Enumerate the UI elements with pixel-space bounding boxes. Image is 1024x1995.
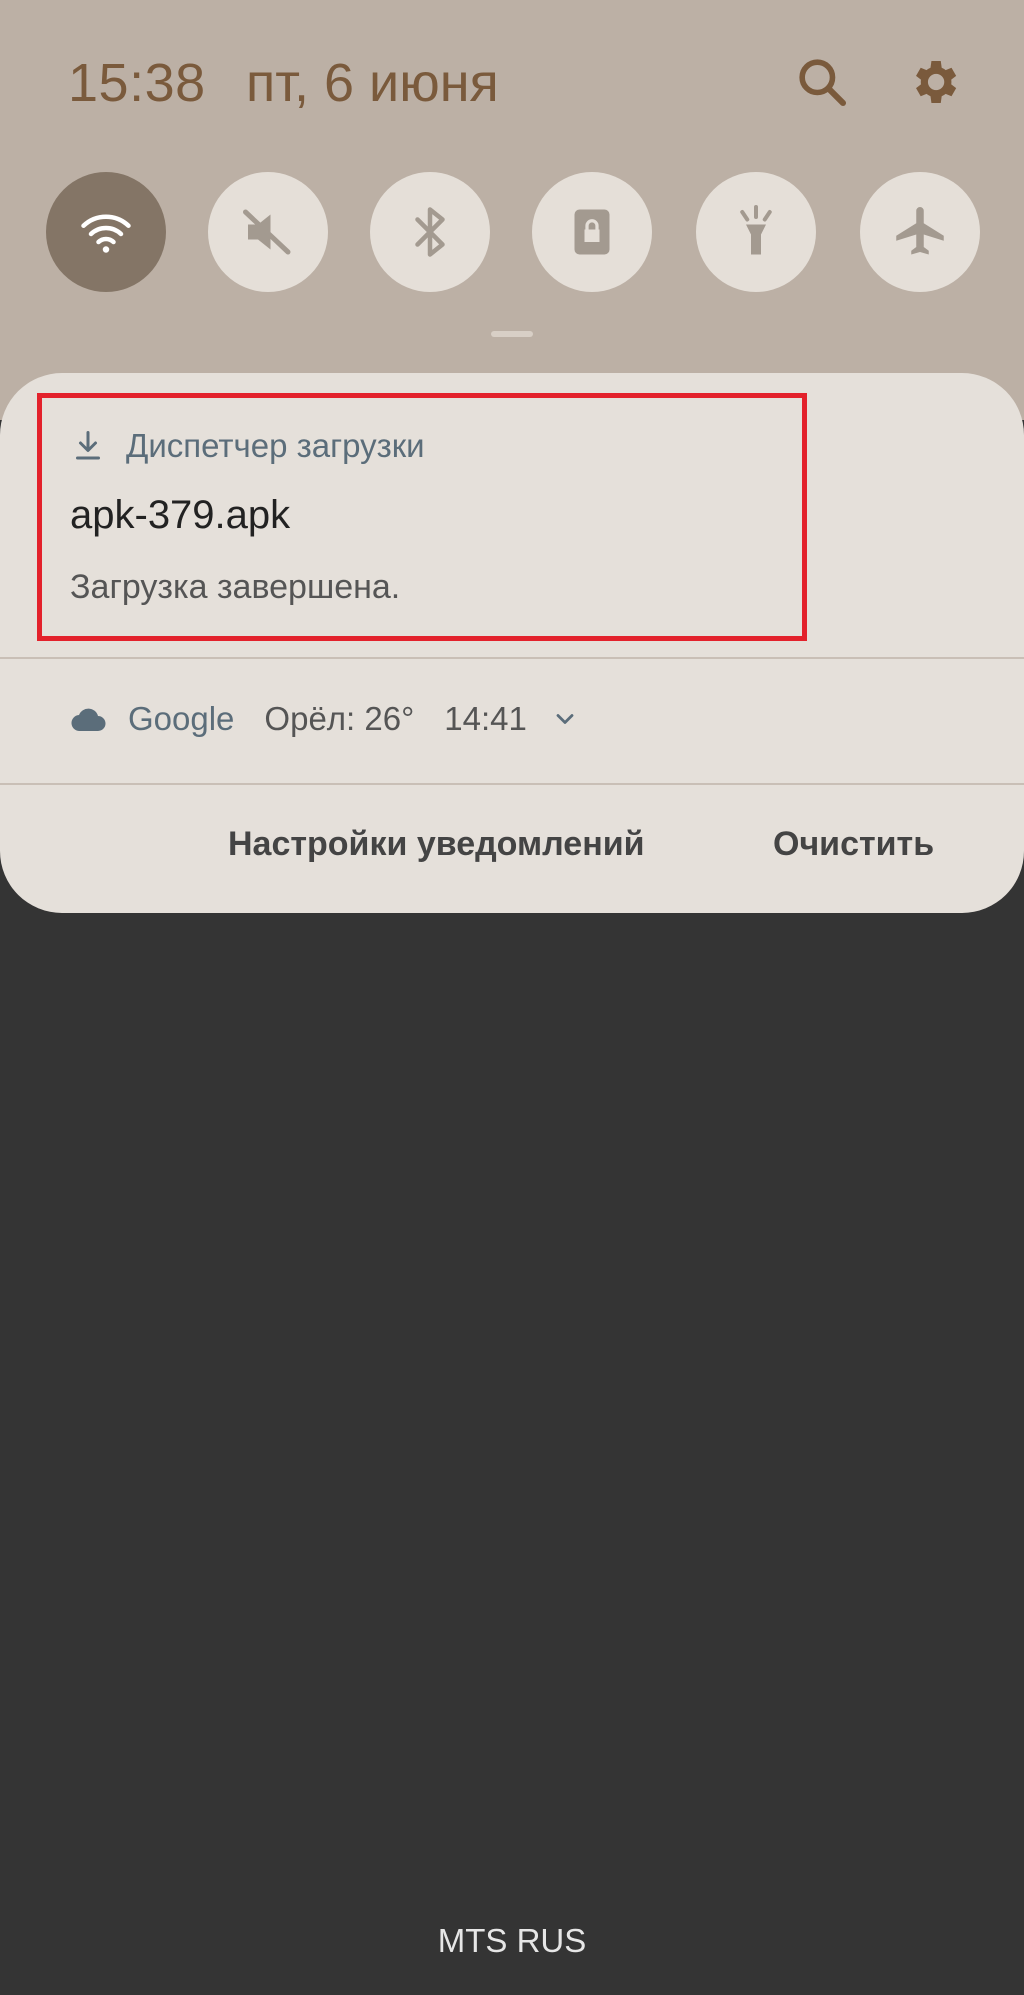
notification-panel: Диспетчер загрузки apk-379.apk Загрузка … xyxy=(0,373,1024,913)
weather-app-name: Google xyxy=(128,700,235,737)
wifi-toggle[interactable] xyxy=(46,172,166,292)
download-icon xyxy=(76,431,100,460)
weather-summary: Google Орёл: 26° 14:41 xyxy=(70,689,579,749)
bluetooth-icon xyxy=(415,207,445,257)
chevron-down-icon[interactable] xyxy=(551,705,579,733)
gear-icon[interactable] xyxy=(904,52,964,112)
weather-time: 14:41 xyxy=(444,700,527,737)
notification-actions: Настройки уведомлений Очистить xyxy=(0,785,1024,913)
notification-title: apk-379.apk xyxy=(70,493,291,537)
sound-toggle[interactable] xyxy=(208,172,328,292)
airplane-icon xyxy=(896,207,944,255)
cloud-icon xyxy=(71,708,106,732)
carrier-label: MTS RUS xyxy=(437,1922,587,1959)
notification-app-name: Диспетчер загрузки xyxy=(126,427,425,464)
search-icon[interactable] xyxy=(792,52,852,112)
lock-icon xyxy=(574,209,610,255)
weather-temperature: Орёл: 26° xyxy=(264,700,415,737)
airplane-toggle[interactable] xyxy=(860,172,980,292)
date[interactable]: пт, 6 июня xyxy=(246,52,499,114)
panel-drag-handle[interactable] xyxy=(491,331,533,337)
notification-settings-button[interactable]: Настройки уведомлений xyxy=(228,825,645,864)
mute-icon xyxy=(243,209,291,255)
wifi-icon xyxy=(81,214,131,253)
bluetooth-toggle[interactable] xyxy=(370,172,490,292)
flashlight-toggle[interactable] xyxy=(696,172,816,292)
quick-panel-header: 15:38 пт, 6 июня xyxy=(0,0,1024,170)
quick-settings-row xyxy=(0,172,1024,296)
notification-header: Диспетчер загрузки xyxy=(70,423,425,469)
weather-notification[interactable]: Google Орёл: 26° 14:41 xyxy=(0,659,1024,783)
clear-button[interactable]: Очистить xyxy=(773,825,934,864)
clock[interactable]: 15:38 xyxy=(68,52,206,114)
download-notification[interactable]: Диспетчер загрузки apk-379.apk Загрузка … xyxy=(0,373,1024,657)
notification-text: Загрузка завершена. xyxy=(70,568,401,606)
rotation-lock-toggle[interactable] xyxy=(532,172,652,292)
flashlight-icon xyxy=(740,205,772,255)
